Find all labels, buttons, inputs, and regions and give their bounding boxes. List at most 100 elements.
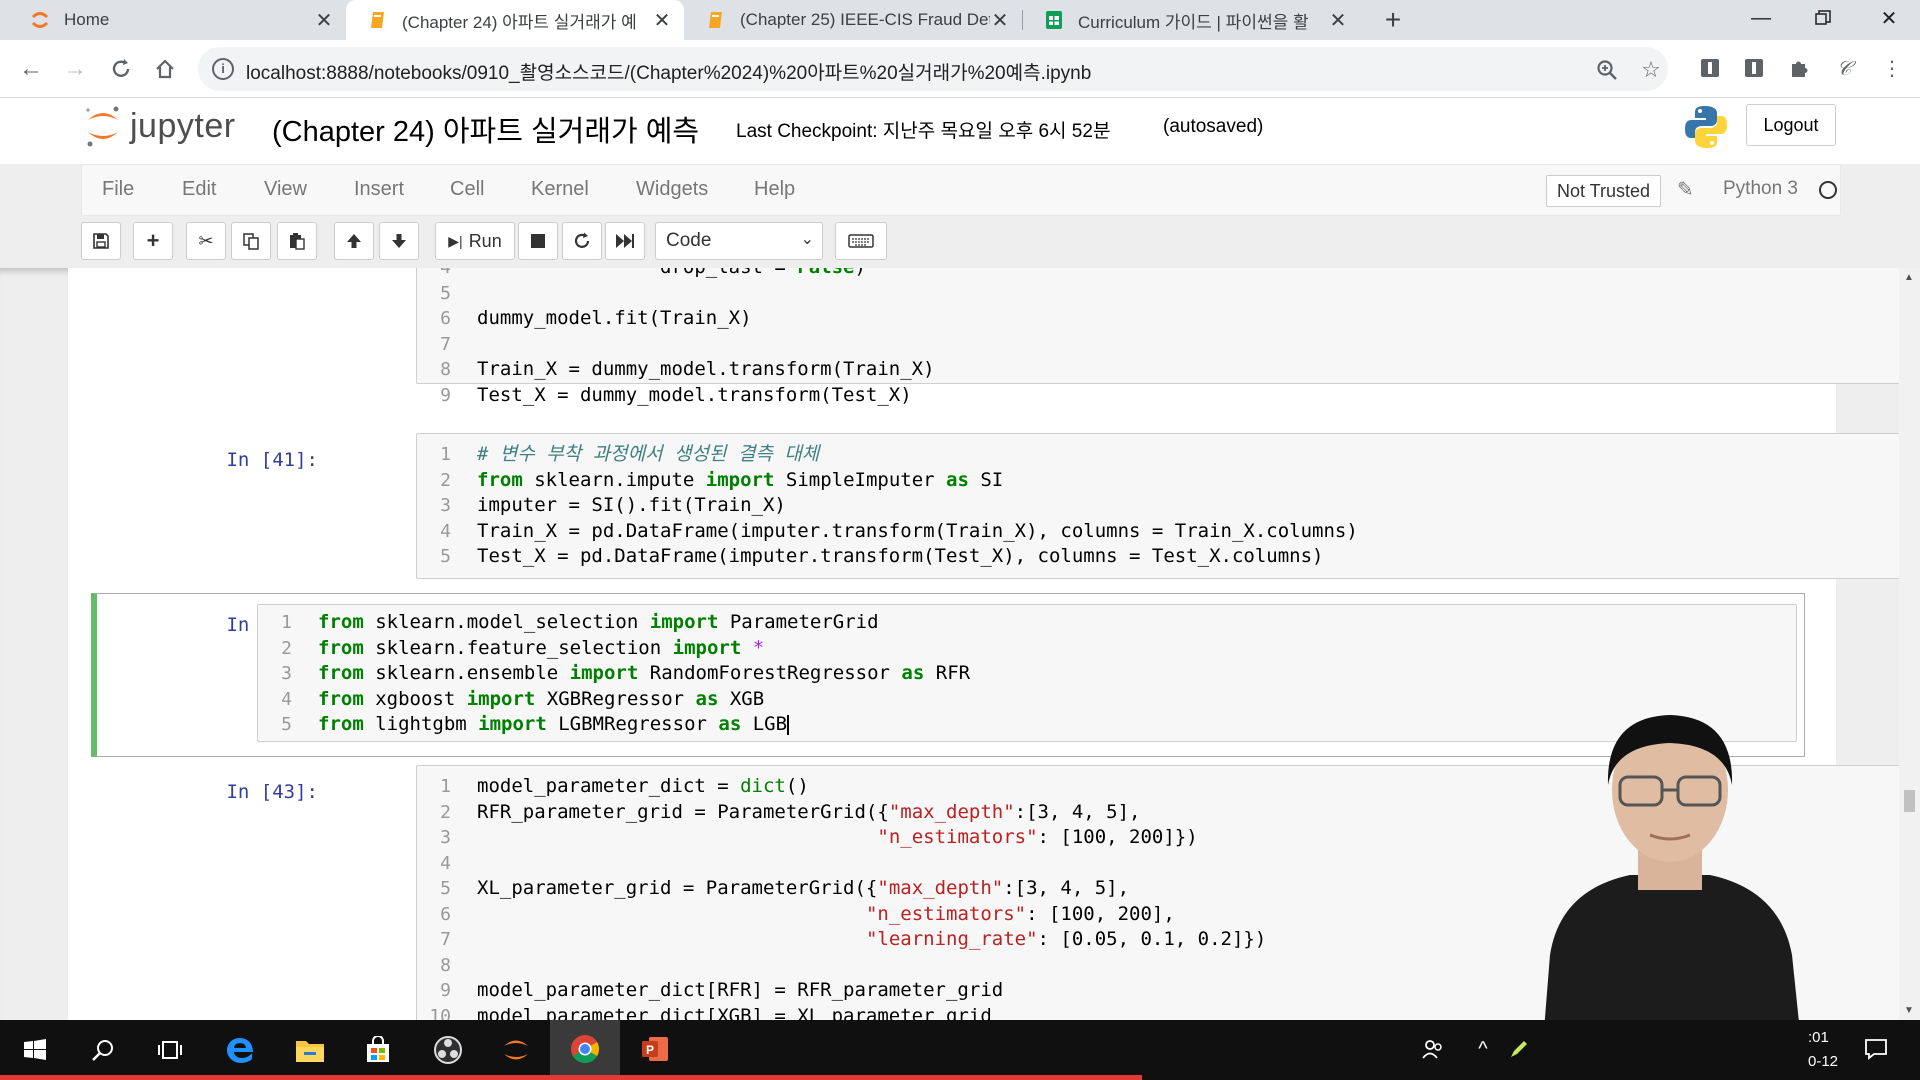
bookmark-star-icon[interactable]: ☆: [1638, 57, 1664, 83]
windows-start-icon[interactable]: [0, 1020, 70, 1080]
menu-edit[interactable]: Edit: [182, 178, 216, 201]
input-prompt: In [41]:: [226, 449, 318, 471]
zoom-icon[interactable]: [1594, 57, 1620, 83]
pencil-edit-icon[interactable]: ✎: [1677, 177, 1694, 202]
code-line: Train_X = dummy_model.transform(Train_X): [477, 358, 935, 380]
code-cell[interactable]: 4 5 6 7 8 9 drop_last = False) dummy_mod…: [158, 268, 1920, 406]
extensions-puzzle-icon[interactable]: [1787, 56, 1811, 80]
obs-studio-icon[interactable]: [413, 1020, 483, 1080]
code-line: "learning_rate": [0.05, 0.1, 0.2]}): [865, 928, 1267, 950]
command-palette-keyboard-icon[interactable]: [835, 222, 887, 260]
back-arrow-icon[interactable]: ←: [12, 50, 50, 88]
tray-expand-chevron-up-icon[interactable]: ^: [1470, 1036, 1496, 1062]
new-tab-plus-icon[interactable]: +: [1377, 4, 1409, 36]
home-icon[interactable]: [146, 50, 184, 88]
extension-reader-icon[interactable]: [1742, 56, 1766, 80]
system-clock[interactable]: :01 0-12: [1808, 1026, 1838, 1074]
restart-icon[interactable]: [562, 222, 602, 260]
code-line: # 변수 부착 과정에서 생성된 결측 대체: [477, 443, 820, 465]
task-view-icon[interactable]: [135, 1020, 205, 1080]
scroll-down-arrow-icon[interactable]: ▼: [1904, 1005, 1914, 1016]
chrome-browser-icon[interactable]: [550, 1020, 620, 1080]
not-trusted-button[interactable]: Not Trusted: [1546, 175, 1662, 207]
code-line: from sklearn.impute import SimpleImputer…: [477, 468, 1004, 491]
run-button[interactable]: ▶︎| Run: [435, 222, 515, 260]
menu-help[interactable]: Help: [754, 178, 795, 201]
tab-chapter-24[interactable]: (Chapter 24) 아파트 실거래가 예 ✕: [346, 0, 684, 40]
python-logo-icon: [1685, 106, 1727, 148]
menu-cell[interactable]: Cell: [450, 178, 484, 201]
menu-insert[interactable]: Insert: [354, 178, 404, 201]
restore-icon[interactable]: [1792, 0, 1854, 36]
logout-button[interactable]: Logout: [1746, 104, 1836, 146]
tab-title: Home: [64, 10, 110, 29]
jupyter-logo[interactable]: jupyter: [84, 104, 236, 148]
code-editor[interactable]: 1 2 3 4 5 # 변수 부착 과정에서 생성된 결측 대체 from sk…: [416, 433, 1920, 579]
code-line: from sklearn.model_selection import Para…: [318, 611, 879, 633]
kernel-name[interactable]: Python 3: [1723, 178, 1798, 200]
window-close-icon[interactable]: ✕: [1858, 0, 1920, 36]
vertical-scrollbar[interactable]: ▲ ▼: [1899, 268, 1920, 1020]
notebook-title[interactable]: (Chapter 24) 아파트 실거래가 예측: [272, 108, 699, 150]
info-icon[interactable]: i: [212, 58, 234, 80]
menu-bar: File Edit View Insert Cell Kernel Widget…: [81, 164, 1841, 216]
menu-widgets[interactable]: Widgets: [636, 178, 708, 201]
code-line: dummy_model.fit(Train_X): [477, 307, 752, 329]
jupyter-app-icon[interactable]: [481, 1020, 551, 1080]
move-down-arrow-icon[interactable]: [379, 222, 419, 260]
menu-kebab-icon[interactable]: ⋮: [1880, 56, 1904, 80]
tab-curriculum[interactable]: Curriculum 가이드 | 파이썬을 활 ✕: [1022, 0, 1360, 40]
close-icon[interactable]: ✕: [314, 8, 334, 33]
tab-chapter-25[interactable]: (Chapter 25) IEEE-CIS Fraud Det ✕: [684, 0, 1022, 40]
menu-kernel[interactable]: Kernel: [531, 178, 589, 201]
save-icon[interactable]: [81, 222, 121, 260]
code-line: "n_estimators": [100, 200],: [865, 902, 1175, 925]
kernel-idle-indicator-icon: [1819, 181, 1837, 199]
cut-scissors-icon[interactable]: ✂: [186, 222, 226, 260]
profile-signature-icon[interactable]: 𝒞: [1832, 56, 1856, 80]
powerpoint-icon[interactable]: P: [620, 1020, 690, 1080]
code-line: model_parameter_dict = dict(): [477, 775, 809, 797]
tab-title: (Chapter 24) 아파트 실거래가 예: [402, 12, 637, 32]
close-icon[interactable]: ✕: [652, 8, 672, 33]
close-icon[interactable]: ✕: [1328, 8, 1348, 33]
scrollbar-thumb[interactable]: [1904, 790, 1915, 812]
interrupt-stop-icon[interactable]: [518, 222, 558, 260]
video-progress-bar: [0, 1075, 1142, 1080]
people-icon[interactable]: [1420, 1036, 1446, 1062]
extension-reader-icon[interactable]: [1698, 56, 1722, 80]
paste-clipboard-icon[interactable]: [277, 222, 317, 260]
address-bar[interactable]: i localhost:8888/notebooks/0910_촬영소스코드/(…: [198, 47, 1668, 91]
add-cell-plus-icon[interactable]: +: [133, 222, 173, 260]
notification-center-icon[interactable]: [1863, 1036, 1889, 1062]
minimize-icon[interactable]: —: [1730, 0, 1792, 36]
svg-text:P: P: [646, 1043, 654, 1057]
clock-date: 0-12: [1808, 1053, 1839, 1070]
menu-file[interactable]: File: [102, 178, 134, 201]
line-numbers: 4 5 6 7 8 9: [440, 268, 451, 406]
scroll-up-arrow-icon[interactable]: ▲: [1904, 272, 1914, 283]
code-editor[interactable]: 4 5 6 7 8 9 drop_last = False) dummy_mod…: [416, 268, 1920, 406]
code-line: RFR_parameter_grid = ParameterGrid({"max…: [477, 800, 1141, 823]
pen-tray-icon[interactable]: [1506, 1036, 1532, 1062]
copy-icon[interactable]: [231, 222, 271, 260]
move-up-arrow-icon[interactable]: [334, 222, 374, 260]
tab-home[interactable]: Home ✕: [8, 0, 346, 40]
menu-view[interactable]: View: [264, 178, 307, 201]
cell-type-select[interactable]: Code ⌄: [655, 222, 823, 260]
code-cell[interactable]: In [41]: 1 2 3 4 5 # 변수 부착 과정에서 생성된 결측 대…: [158, 433, 1920, 593]
microsoft-store-icon[interactable]: [343, 1020, 413, 1080]
restart-run-all-fast-forward-icon[interactable]: [605, 222, 645, 260]
forward-arrow-icon[interactable]: →: [56, 50, 94, 88]
close-icon[interactable]: ✕: [990, 8, 1010, 33]
url-text[interactable]: localhost:8888/notebooks/0910_촬영소스코드/(Ch…: [246, 58, 1091, 85]
edge-browser-icon[interactable]: [205, 1020, 275, 1080]
notebook-favicon-icon: [368, 10, 388, 30]
code-lines: model_parameter_dict = dict() RFR_parame…: [477, 774, 1266, 1020]
reload-icon[interactable]: [102, 50, 140, 88]
code-lines: from sklearn.model_selection import Para…: [318, 610, 970, 738]
file-explorer-icon[interactable]: [275, 1020, 345, 1080]
search-icon[interactable]: [68, 1020, 138, 1080]
code-line: model_parameter_dict[RFR] = RFR_paramete…: [477, 979, 1004, 1001]
